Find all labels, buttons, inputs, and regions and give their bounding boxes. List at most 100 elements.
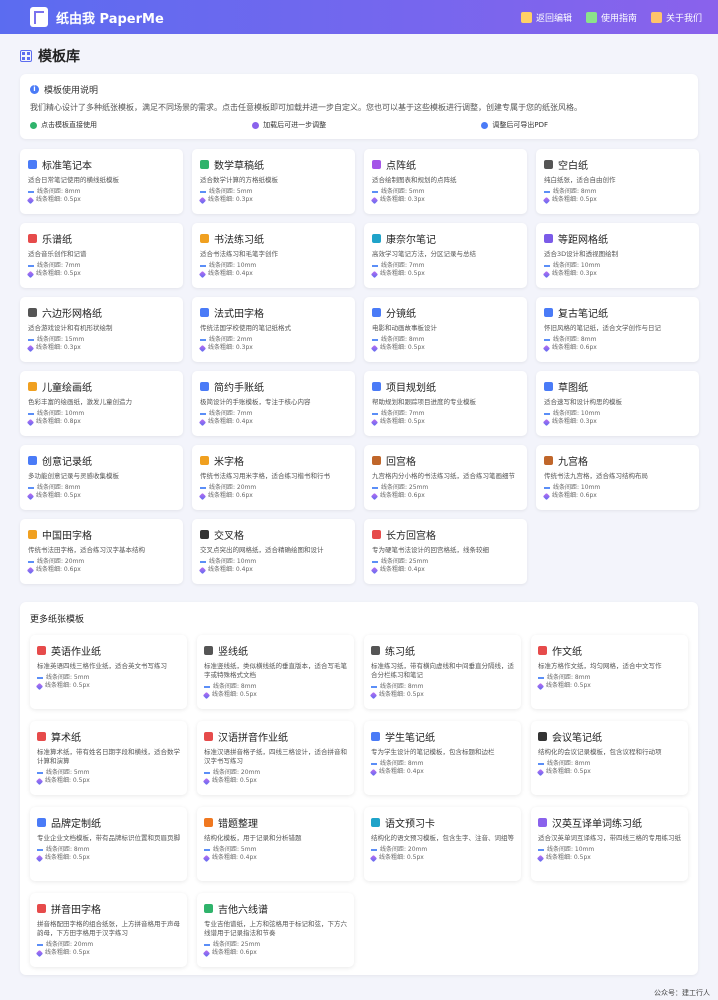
line-spacing-icon [28,265,34,267]
card-title: 回宫格 [372,453,519,468]
card-title: 学生笔记纸 [371,729,514,744]
brand-name: 纸由我 PaperMe [56,11,164,27]
usage-info-panel: i 模板使用说明 我们精心设计了多种纸张模板，满足不同场景的需求。点击任意模板即… [20,74,698,139]
template-card[interactable]: 等距网格纸 适合3D设计和透视图绘制 线条间距: 10mm 线条粗细: 0.3px [536,223,699,288]
line-spacing: 线条间距: 25mm [381,558,429,565]
template-card[interactable]: 汉语拼音作业纸 标准汉语拼音格子纸，四线三格设计，适合拼音和汉字书写练习 线条间距:… [197,721,354,795]
line-width-icon [542,196,551,204]
back-to-edit-link[interactable]: 返回编辑 [520,11,572,24]
card-meta: 线条间距: 8mm 线条粗细: 0.5px [542,188,691,204]
card-title: 九宫格 [544,453,691,468]
template-card[interactable]: 康奈尔笔记 高效学习笔记方法，分区记录与总结 线条间距: 7mm 线条粗细: 0.5p… [364,223,527,288]
template-card[interactable]: 品牌定制纸 专业企业文档模板，带有品牌标识位置和页眉页脚 线条间距: 8mm 线条粗细… [30,807,187,881]
template-card[interactable]: 回宫格 九宫格内分小格的书法练习纸，适合练习笔画细节 线条间距: 25mm 线条粗细:… [364,445,527,510]
line-spacing-icon [204,849,210,851]
users-icon [650,11,662,23]
template-card[interactable]: 算术纸 标准算术纸，带有姓名日期字段和横线，适合数学计算和演算 线条间距: 5mm 线… [30,721,187,795]
card-description: 适合3D设计和透视图绘制 [544,250,619,258]
card-description: 结构化的会议记录模板，包含议程和行动项 [538,748,662,756]
line-width-icon [35,854,44,862]
template-card[interactable]: 学生笔记纸 专为学生设计的笔记模板，包含标题和边栏 线条间距: 8mm 线条粗细: 0… [364,721,521,795]
card-description: 适合汉英单词互译练习，带四线三格的专用练习纸 [538,834,681,842]
template-card[interactable]: 吉他六线谱 专业吉他谱纸，上方和弦格用于标记和弦，下方六线谱用于记录指法和节奏 线条… [197,893,354,967]
card-description: 拼音格配田字格的组合纸张，上方拼音格用于声母韵母，下方田字格用于汉字练习 [37,920,180,937]
card-meta: 线条间距: 25mm 线条粗细: 0.4px [370,558,519,574]
line-spacing-icon [204,772,210,774]
card-title: 英语作业纸 [37,643,180,658]
card-description: 帮助规划和跟踪项目进度的专业模板 [372,398,476,406]
card-description: 传统书法练习用米字格，适合练习楷书和行书 [200,472,330,480]
template-card[interactable]: 书法练习纸 适合书法练习和毛笔字创作 线条间距: 10mm 线条粗细: 0.4px [192,223,355,288]
line-spacing-icon [28,339,34,341]
template-card[interactable]: 复古笔记纸 怀旧风格的笔记纸，适合文学创作与日记 线条间距: 8mm 线条粗细: 0.… [536,297,699,362]
template-card[interactable]: 拼音田字格 拼音格配田字格的组合纸张，上方拼音格用于声母韵母，下方田字格用于汉字练… [30,893,187,967]
card-description: 适合日常笔记使用的横线纸模板 [28,176,119,184]
template-card[interactable]: 会议笔记纸 结构化的会议记录模板，包含议程和行动项 线条间距: 8mm 线条粗细: 0… [531,721,688,795]
file-icon [28,456,37,465]
card-meta: 线条间距: 8mm 线条粗细: 0.5px [369,683,514,699]
template-card[interactable]: 简约手账纸 极简设计的手账模板，专注于核心内容 线条间距: 7mm 线条粗细: 0.4… [192,371,355,436]
template-card[interactable]: 竖线纸 标准竖线纸，类似横线纸的垂直版本，适合写毛笔字或特殊格式文档 线条间距: 8… [197,635,354,709]
card-meta: 线条间距: 25mm 线条粗细: 0.6px [202,941,347,957]
line-spacing: 线条间距: 20mm [380,846,428,853]
file-icon [372,308,381,317]
template-card[interactable]: 米字格 传统书法练习用米字格，适合练习楷书和行书 线条间距: 20mm 线条粗细: 0… [192,445,355,510]
user-guide-link[interactable]: 使用指南 [585,11,637,24]
template-card[interactable]: 作文纸 标准方格作文纸，均匀网格，适合中文写作 线条间距: 8mm 线条粗细: 0.5… [531,635,688,709]
line-width-icon [198,492,207,500]
line-spacing-icon [200,191,206,193]
line-width: 线条粗细: 0.4px [208,566,253,573]
line-spacing-icon [37,849,43,851]
template-card[interactable]: 乐谱纸 适合音乐创作和记谱 线条间距: 7mm 线条粗细: 0.5px [20,223,183,288]
template-card[interactable]: 空白纸 纯白纸张，适合自由创作 线条间距: 8mm 线条粗细: 0.5px [536,149,699,214]
line-width-icon [198,566,207,574]
template-card[interactable]: 草图纸 适合速写和设计构思的模板 线条间距: 10mm 线条粗细: 0.3px [536,371,699,436]
line-width: 线条粗细: 0.6px [380,492,425,499]
file-alt-icon [538,646,547,655]
template-card[interactable]: 练习纸 标准练习纸，带有横向虚线和中间垂直分隔线，适合分栏练习和笔记 线条间距: 8… [364,635,521,709]
card-title: 米字格 [200,453,347,468]
card-meta: 线条间距: 7mm 线条粗细: 0.5px [370,262,519,278]
card-meta: 线条间距: 10mm 线条粗细: 0.4px [198,262,347,278]
line-spacing: 线条间距: 10mm [553,262,601,269]
template-card[interactable]: 六边形网格纸 适合游戏设计和有机形状绘制 线条间距: 15mm 线条粗细: 0.3px [20,297,183,362]
line-spacing: 线条间距: 10mm [209,558,257,565]
calculator-icon [37,732,46,741]
template-card[interactable]: 分镜纸 电影和动画故事板设计 线条间距: 8mm 线条粗细: 0.5px [364,297,527,362]
template-card[interactable]: 法式田字格 传统法国学校使用的笔记纸格式 线条间距: 2mm 线条粗细: 0.3px [192,297,355,362]
card-meta: 线条间距: 10mm 线条粗细: 0.3px [542,410,691,426]
template-card[interactable]: 中国田字格 传统书法田字格，适合练习汉字基本结构 线条间距: 20mm 线条粗细: 0… [20,519,183,584]
card-title: 算术纸 [37,729,180,744]
card-title: 等距网格纸 [544,231,691,246]
template-card[interactable]: 交叉格 交叉点突出的网格纸，适合精确绘图和设计 线条间距: 10mm 线条粗细: 0.… [192,519,355,584]
card-title: 点阵纸 [372,157,519,172]
card-description: 怀旧风格的笔记纸，适合文学创作与日记 [544,324,661,332]
template-card[interactable]: 儿童绘画纸 色彩丰富的绘画纸，激发儿童创造力 线条间距: 10mm 线条粗细: 0.8… [20,371,183,436]
template-card[interactable]: 错题整理 结构化模板，用于记录和分析错题 线条间距: 5mm 线条粗细: 0.4px [197,807,354,881]
line-width: 线条粗细: 0.5px [380,418,425,425]
template-card[interactable]: 项目规划纸 帮助规划和跟踪项目进度的专业模板 线条间距: 7mm 线条粗细: 0.5p… [364,371,527,436]
line-spacing: 线条间距: 8mm [547,760,591,767]
line-width: 线条粗细: 0.5px [36,196,81,203]
template-card[interactable]: 语文预习卡 结构化的语文预习模板，包含生字、注音、词组等 线条间距: 20mm 线条粗… [364,807,521,881]
template-card[interactable]: 点阵纸 适合绘制图表和规划的点阵纸 线条间距: 5mm 线条粗细: 0.3px [364,149,527,214]
template-card[interactable]: 长方回宫格 专为硬笔书法设计的回宫格纸，线条较细 线条间距: 25mm 线条粗细: 0… [364,519,527,584]
line-width-icon [369,768,378,776]
template-card[interactable]: 数学草稿纸 适合数学计算的方格纸模板 线条间距: 5mm 线条粗细: 0.3px [192,149,355,214]
columns-icon [372,234,381,243]
line-spacing-icon [544,339,550,341]
line-spacing: 线条间距: 8mm [37,484,81,491]
square-icon [544,160,553,169]
card-meta: 线条间距: 20mm 线条粗细: 0.5px [369,846,514,862]
template-card[interactable]: 汉英互译单词练习纸 适合汉英单词互译练习，带四线三格的专用练习纸 线条间距: 10m… [531,807,688,881]
template-card[interactable]: 英语作业纸 标准英语四线三格作业纸，适合英文书写练习 线条间距: 5mm 线条粗细: … [30,635,187,709]
template-card[interactable]: 创意记录纸 多功能创意记录与灵感收集模板 线条间距: 8mm 线条粗细: 0.5px [20,445,183,510]
template-card[interactable]: 九宫格 传统书法九宫格，适合练习结构布局 线条间距: 10mm 线条粗细: 0.6px [536,445,699,510]
template-card[interactable]: 标准笔记本 适合日常笔记使用的横线纸模板 线条间距: 8mm 线条粗细: 0.5px [20,149,183,214]
line-spacing: 线条间距: 8mm [380,760,424,767]
card-meta: 线条间距: 10mm 线条粗细: 0.8px [26,410,175,426]
about-us-link[interactable]: 关于我们 [650,11,702,24]
line-width: 线条粗细: 0.4px [208,270,253,277]
card-meta: 线条间距: 15mm 线条粗细: 0.3px [26,336,175,352]
card-description: 专业企业文档模板，带有品牌标识位置和页眉页脚 [37,834,180,842]
